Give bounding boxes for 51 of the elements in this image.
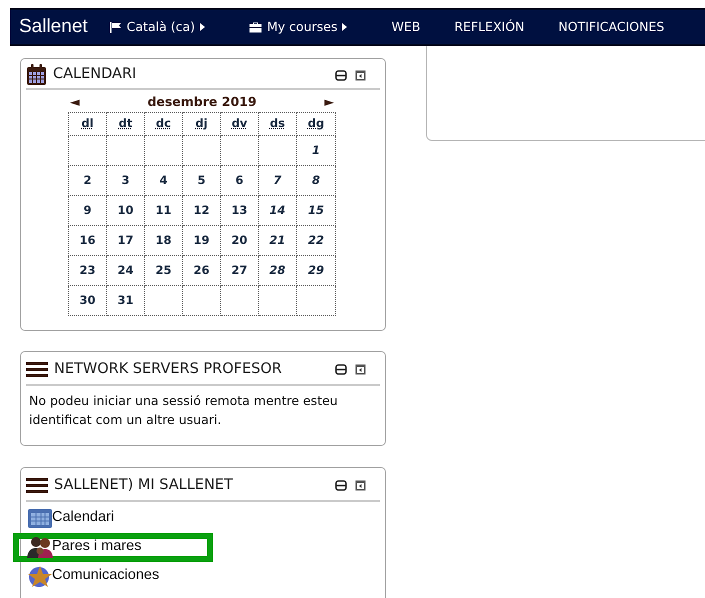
calendar-day[interactable]: 6: [235, 172, 244, 187]
menu-link[interactable]: Calendari: [52, 507, 114, 530]
dock-icon[interactable]: [355, 364, 366, 376]
dropdown-menu[interactable]: My courses: [249, 18, 348, 36]
brand-link[interactable]: Sallenet: [19, 12, 88, 42]
calendar-day[interactable]: 22: [308, 232, 324, 247]
nav-link[interactable]: REFLEXIÓN: [454, 18, 524, 36]
dock-icon[interactable]: [355, 70, 366, 80]
block-title: SALLENET) MI SALLENET: [54, 476, 233, 495]
calendar-day[interactable]: 7: [273, 172, 282, 187]
calendar-day[interactable]: 3: [121, 172, 130, 187]
weekday-header: dl: [68, 112, 106, 136]
collapse-icon[interactable]: [335, 364, 347, 376]
calendar-day[interactable]: 15: [308, 202, 324, 217]
collapse-icon[interactable]: [335, 70, 347, 80]
collapse-icon[interactable]: [335, 480, 347, 492]
month-title: desembre 2019: [147, 93, 257, 111]
calendar-day[interactable]: 2: [83, 172, 92, 187]
block-title: NETWORK SERVERS PROFESOR: [54, 360, 282, 379]
calendar-day[interactable]: 4: [159, 172, 168, 187]
block-title: CALENDARI: [53, 65, 136, 84]
calendar-icon: [26, 507, 54, 530]
people-icon: [26, 535, 54, 560]
calendar-day[interactable]: 29: [308, 262, 324, 277]
calendar-day[interactable]: 9: [83, 202, 92, 217]
nav-link[interactable]: WEB: [391, 18, 420, 36]
flag-icon: [110, 22, 122, 32]
menu-icon: [26, 361, 48, 378]
dock-icon[interactable]: [355, 480, 366, 492]
menu-link[interactable]: Comunicaciones: [52, 565, 160, 588]
dropdown-menu[interactable]: Català (ca): [110, 18, 206, 36]
briefcase-icon: [249, 22, 262, 32]
menu-icon: [26, 477, 48, 494]
caret-icon: [200, 23, 206, 31]
next-month-button[interactable]: ►: [324, 93, 334, 112]
calendar-day[interactable]: 5: [197, 172, 206, 187]
caret-icon: [342, 23, 348, 31]
calendar-day[interactable]: 1: [312, 142, 320, 157]
weekday-header: dt: [106, 112, 144, 136]
nav-link[interactable]: NOTIFICACIONES: [558, 18, 664, 36]
calendar-day[interactable]: 8: [312, 172, 320, 187]
weekday-header: ds: [258, 112, 296, 136]
menu-link[interactable]: Pares i mares: [52, 536, 142, 558]
calendar-icon: [26, 64, 47, 86]
weekday-header: dv: [220, 112, 258, 136]
previous-month-button[interactable]: ◄: [70, 93, 80, 112]
weekday-header: dg: [296, 112, 336, 136]
star-badge-icon: [26, 564, 54, 588]
notice-text: No podeu iniciar una sessió remota mentre esteu identificat com un altre usuari.: [28, 392, 339, 429]
weekday-header: dj: [182, 112, 220, 136]
weekday-header: dc: [144, 112, 182, 136]
